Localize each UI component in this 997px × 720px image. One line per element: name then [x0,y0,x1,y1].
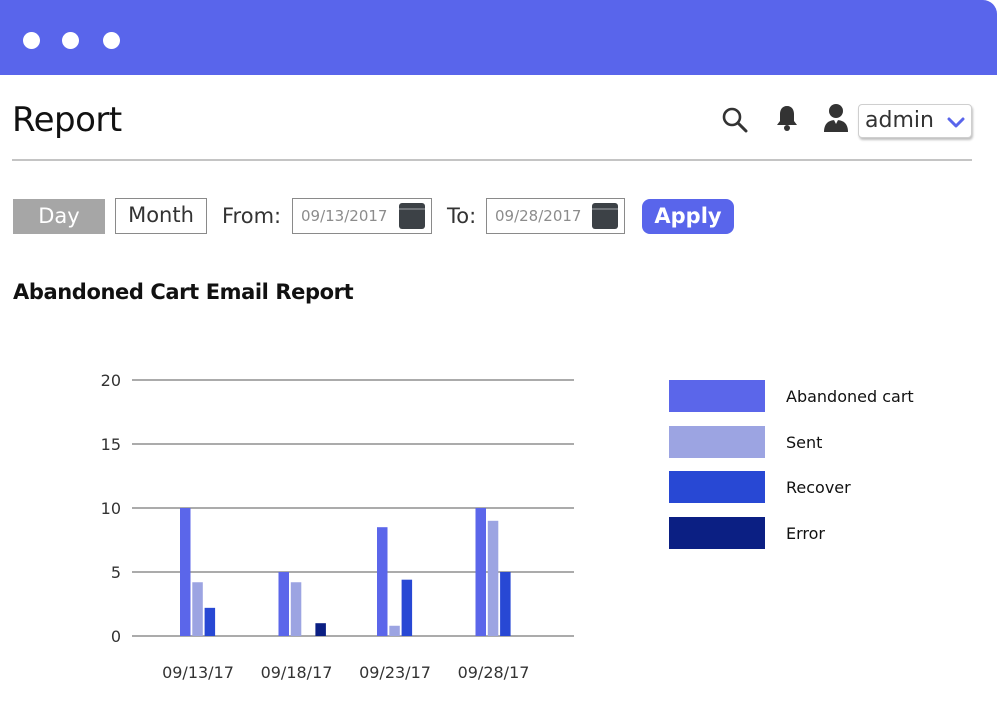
legend-label: Sent [786,432,823,452]
legend-swatch [669,380,765,412]
legend-swatch [669,425,765,458]
bar [500,572,511,636]
bar [475,508,486,636]
bar [278,572,289,636]
y-tick-label: 10 [101,499,121,518]
bar [180,508,191,636]
legend-label: Recover [786,478,851,497]
y-tick-label: 20 [101,371,121,390]
legend-swatch [669,471,765,503]
bar [290,582,302,636]
x-tick-label: 09/18/17 [261,663,333,682]
bar [389,625,400,636]
bar-chart: 0 5 10 15 20 09/13/17 09/18/17 09/23/17 09/28/17 [101,371,574,682]
x-tick-label: 09/13/17 [162,663,234,682]
bar [377,527,388,636]
bar [487,520,499,636]
bar [315,623,326,636]
y-tick-label: 15 [101,435,121,454]
x-tick-label: 09/28/17 [458,663,530,682]
bar [401,579,413,636]
legend-swatch [669,516,765,549]
bar [204,607,216,636]
x-tick-label: 09/23/17 [359,663,431,682]
legend-label: Abandoned cart [786,387,914,406]
legend-label: Error [786,523,825,543]
bar [192,582,203,636]
y-tick-label: 0 [111,627,121,646]
y-tick-label: 5 [111,563,121,582]
